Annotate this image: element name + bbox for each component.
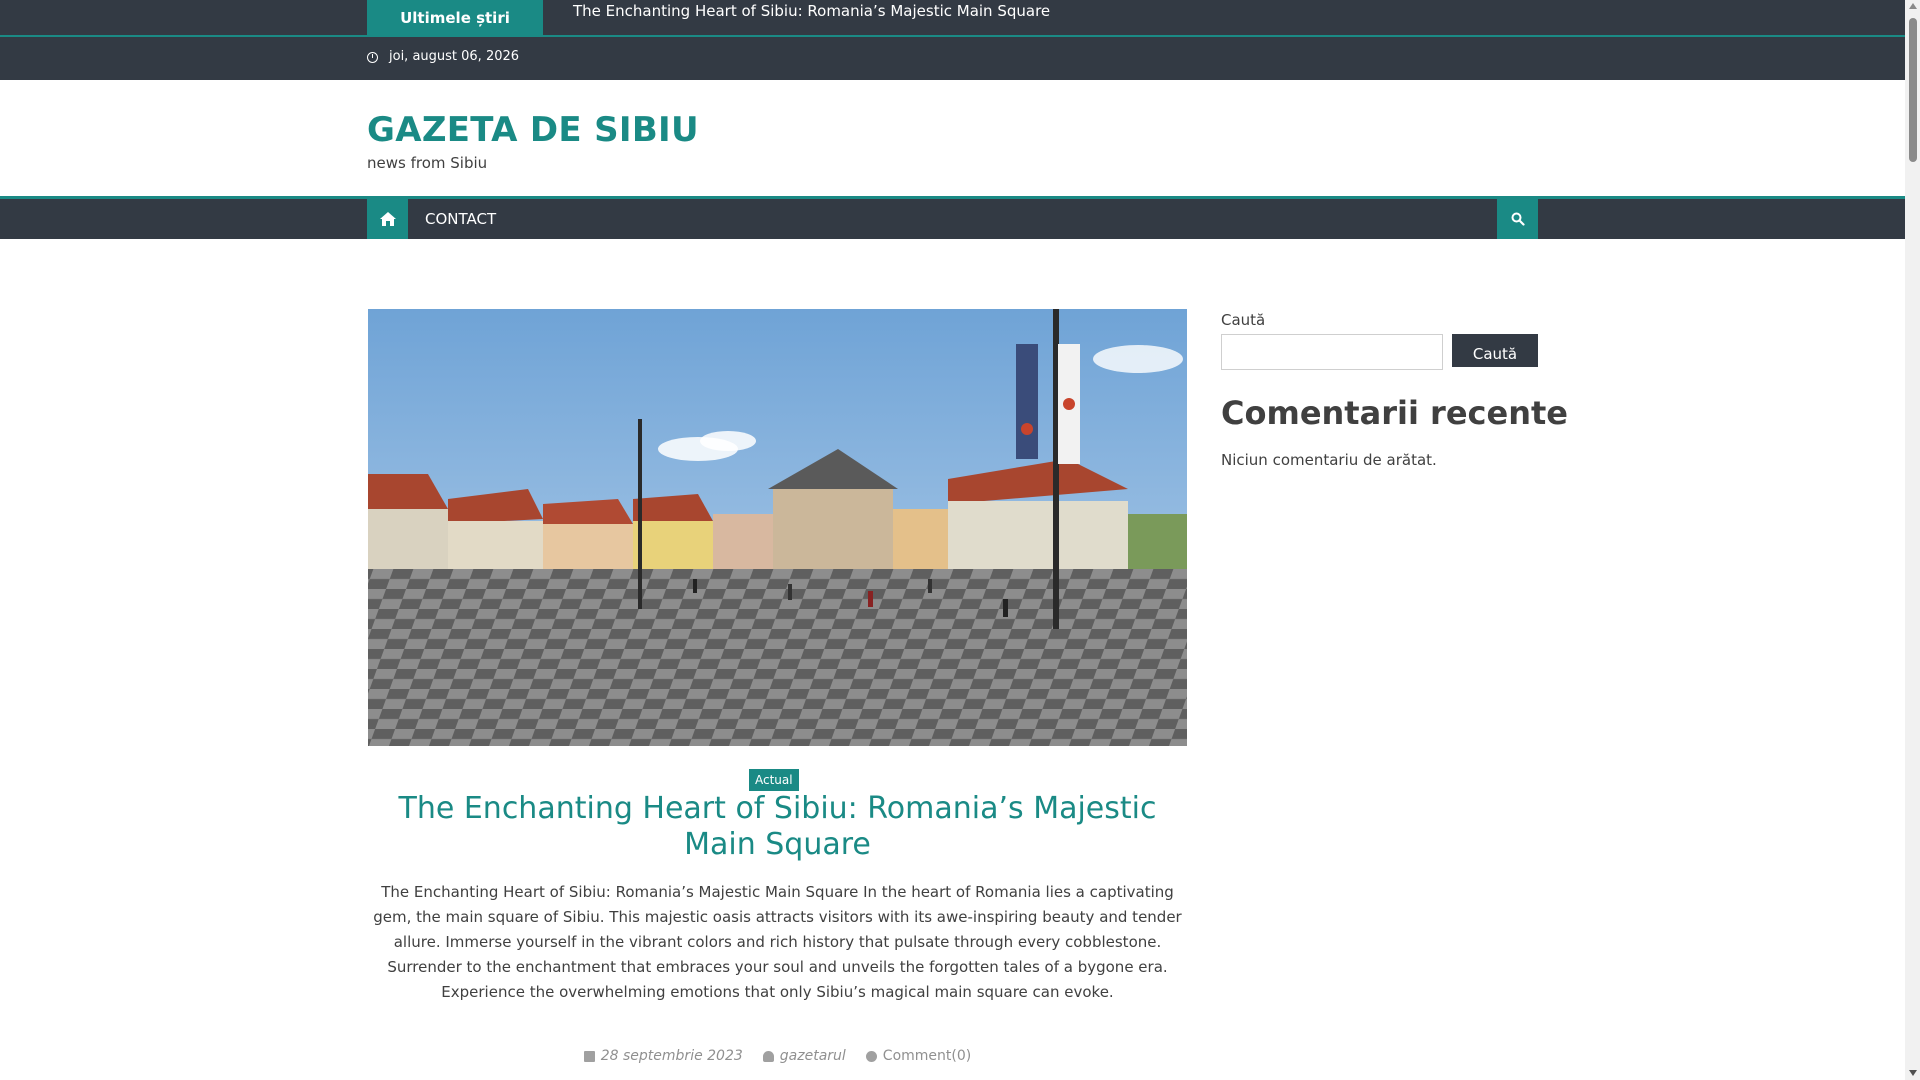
recent-comments-empty: Niciun comentariu de arătat. [1221, 451, 1437, 469]
post-comments-link[interactable]: Comment(0) [883, 1048, 971, 1064]
clock-icon [367, 52, 378, 63]
post-meta: 28 septembrie 2023 gazetarul Comment(0) [368, 1048, 1187, 1064]
nav-item-contact[interactable]: CONTACT [425, 210, 496, 228]
post-title-link[interactable]: The Enchanting Heart of Sibiu: Romania’s… [368, 791, 1187, 863]
recent-comments-heading: Comentarii recente [1221, 394, 1568, 432]
calendar-icon [583, 1050, 595, 1062]
breaking-news-bar: Ultimele știri The Enchanting Heart of S… [0, 0, 1905, 37]
scroll-down-arrow-icon[interactable] [1909, 1070, 1917, 1076]
breaking-news-label: Ultimele știri [367, 0, 543, 35]
scroll-up-arrow-icon[interactable] [1909, 3, 1917, 9]
scrollbar-thumb[interactable] [1909, 18, 1917, 162]
category-badge[interactable]: Actual [749, 769, 799, 791]
post-excerpt: The Enchanting Heart of Sibiu: Romania’s… [373, 883, 1182, 1001]
site-title-link[interactable]: GAZETA DE SIBIU [367, 110, 699, 150]
site-tagline: news from Sibiu [367, 154, 488, 172]
search-toggle-button[interactable] [1497, 199, 1538, 239]
search-icon [1511, 212, 1525, 226]
post-date-link[interactable]: 28 septembrie 2023 [601, 1048, 743, 1064]
page-scrollbar[interactable] [1905, 0, 1920, 1080]
home-button[interactable] [367, 199, 408, 239]
post-date: 28 septembrie 2023 [600, 1048, 743, 1064]
current-date: joi, august 06, 2026 [389, 49, 520, 64]
search-label: Caută [1221, 311, 1266, 329]
date-bar: joi, august 06, 2026 [0, 37, 1905, 80]
post-comments-item: Comment(0) [865, 1048, 971, 1064]
search-input[interactable] [1221, 334, 1443, 370]
post-author-item: gazetarul [762, 1048, 846, 1064]
post-author-link[interactable]: gazetarul [780, 1048, 846, 1064]
user-icon [762, 1050, 774, 1062]
search-button[interactable]: Caută [1452, 334, 1538, 367]
featured-image-link[interactable] [368, 309, 1187, 746]
breaking-news-headline-link[interactable]: The Enchanting Heart of Sibiu: Romania’s… [573, 2, 1050, 20]
comment-icon [865, 1050, 877, 1062]
main-navigation: CONTACT [0, 196, 1905, 239]
post-date-item: 28 septembrie 2023 [583, 1048, 743, 1064]
featured-image [368, 309, 1187, 746]
home-icon [379, 212, 396, 226]
post-author: gazetarul [779, 1048, 846, 1064]
